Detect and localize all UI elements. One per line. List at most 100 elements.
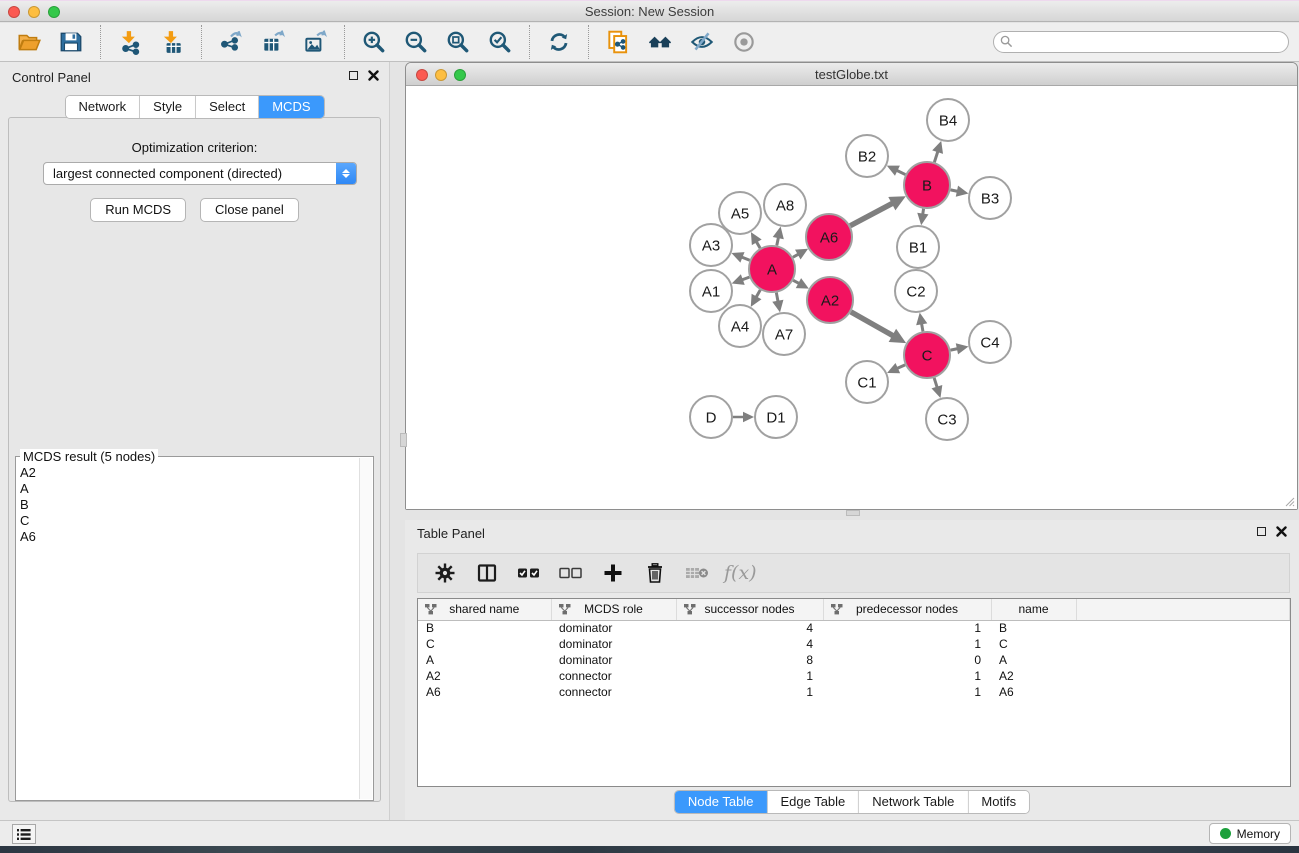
tab-motifs[interactable]: Motifs [968,791,1029,813]
duplicate-network-button[interactable] [597,25,639,59]
edge-C-C2[interactable] [922,323,923,331]
tab-network[interactable]: Network [65,96,140,118]
table-cell[interactable]: dominator [551,636,676,652]
memory-button[interactable]: Memory [1209,823,1291,844]
table-cell[interactable]: 1 [823,684,991,700]
table-cell[interactable]: 1 [823,668,991,684]
resize-grip-icon[interactable] [1283,495,1295,507]
edge-A6-B[interactable] [850,203,893,226]
table-cell[interactable]: A2 [418,668,551,684]
column-header-shared-name[interactable]: shared name [418,599,551,620]
edge-A-A7[interactable] [776,293,778,302]
column-header-predecessor-nodes[interactable]: predecessor nodes [823,599,991,620]
table-cell[interactable]: B [991,620,1076,636]
add-column-button[interactable] [596,557,630,589]
table-cell[interactable]: connector [551,684,676,700]
network-window-titlebar[interactable]: testGlobe.txt [406,63,1297,86]
table-row[interactable]: Bdominator41B [418,620,1290,636]
tab-node-table[interactable]: Node Table [675,791,768,813]
task-history-button[interactable] [12,824,36,844]
table-row[interactable]: Adominator80A [418,652,1290,668]
result-item[interactable]: C [16,513,358,529]
node-table[interactable]: shared nameMCDS rolesuccessor nodesprede… [417,598,1291,787]
table-cell[interactable]: dominator [551,652,676,668]
table-cell[interactable]: A6 [418,684,551,700]
hide-selected-button[interactable] [681,25,723,59]
delete-table-button[interactable] [680,557,714,589]
close-table-panel-icon[interactable] [1276,526,1287,537]
zoom-selected-button[interactable] [479,25,521,59]
deselect-all-columns-button[interactable] [554,557,588,589]
tab-mcds[interactable]: MCDS [259,96,323,118]
result-scrollbar[interactable] [359,458,372,799]
table-cell[interactable]: A [418,652,551,668]
column-header-MCDS-role[interactable]: MCDS role [551,599,676,620]
save-session-button[interactable] [50,25,92,59]
show-columns-button[interactable] [470,557,504,589]
network-canvas[interactable]: B4B2BB3A8A5A6A3B1AA1C2A2A4A7C4CC1C3DD1 [406,86,1297,509]
table-cell[interactable]: B [418,620,551,636]
edge-A2-C[interactable] [851,312,893,336]
tab-edge-table[interactable]: Edge Table [767,791,859,813]
search-input[interactable] [993,31,1289,53]
edge-B-B2[interactable] [897,170,906,174]
table-cell[interactable]: 4 [676,636,823,652]
export-network-button[interactable] [210,25,252,59]
edge-A-A8[interactable] [777,237,779,245]
horizontal-splitter-handle[interactable] [846,510,860,516]
table-cell[interactable]: C [418,636,551,652]
table-cell[interactable]: 1 [676,684,823,700]
edge-B-B3[interactable] [951,190,958,192]
table-cell[interactable]: A6 [991,684,1076,700]
result-item[interactable]: A6 [16,529,358,545]
table-row[interactable]: Cdominator41C [418,636,1290,652]
select-all-columns-button[interactable] [512,557,546,589]
column-header-name[interactable]: name [991,599,1076,620]
table-cell[interactable]: 1 [676,668,823,684]
mcds-result-list[interactable]: A2ABCA6 [16,465,358,798]
edge-B-B4[interactable] [934,151,938,162]
table-cell[interactable]: 8 [676,652,823,668]
delete-columns-button[interactable] [638,557,672,589]
column-header-successor-nodes[interactable]: successor nodes [676,599,823,620]
table-cell[interactable]: dominator [551,620,676,636]
tab-network-table[interactable]: Network Table [859,791,968,813]
table-settings-button[interactable] [428,557,462,589]
float-panel-icon[interactable] [349,71,358,80]
close-panel-icon[interactable] [368,70,379,81]
run-mcds-button[interactable]: Run MCDS [90,198,186,222]
tab-style[interactable]: Style [140,96,196,118]
edge-A-A4[interactable] [756,290,760,297]
show-all-button[interactable] [723,25,765,59]
zoom-fit-button[interactable] [437,25,479,59]
edge-A-A3[interactable] [742,257,750,260]
result-item[interactable]: B [16,497,358,513]
network-graph[interactable]: B4B2BB3A8A5A6A3B1AA1C2A2A4A7C4CC1C3DD1 [406,86,1295,508]
edge-C-C1[interactable] [897,365,905,369]
vertical-splitter-handle[interactable] [400,433,407,447]
table-row[interactable]: A6connector11A6 [418,684,1290,700]
table-cell[interactable]: A2 [991,668,1076,684]
table-row[interactable]: A2connector11A2 [418,668,1290,684]
edge-C-C4[interactable] [951,349,958,351]
float-table-panel-icon[interactable] [1257,527,1266,536]
result-item[interactable]: A2 [16,465,358,481]
table-cell[interactable]: C [991,636,1076,652]
table-cell[interactable]: A [991,652,1076,668]
result-item[interactable]: A [16,481,358,497]
table-cell[interactable]: 0 [823,652,991,668]
tab-select[interactable]: Select [196,96,259,118]
open-session-button[interactable] [8,25,50,59]
function-builder-button[interactable]: f(x) [724,562,757,584]
close-panel-button[interactable]: Close panel [200,198,299,222]
table-cell[interactable]: 1 [823,636,991,652]
export-table-button[interactable] [252,25,294,59]
export-image-button[interactable] [294,25,336,59]
edge-C-C3[interactable] [934,378,937,388]
criterion-dropdown[interactable]: largest connected component (directed) [43,162,357,185]
refresh-button[interactable] [538,25,580,59]
table-cell[interactable]: 4 [676,620,823,636]
table-cell[interactable]: 1 [823,620,991,636]
import-network-button[interactable] [109,25,151,59]
import-table-button[interactable] [151,25,193,59]
